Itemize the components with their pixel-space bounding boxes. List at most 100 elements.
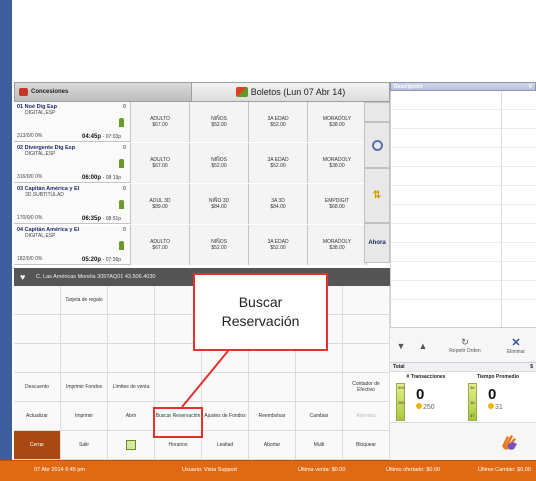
grid-blank-button[interactable] — [296, 373, 343, 402]
tab-tickets[interactable]: Boletos (Lun 07 Abr 14) — [192, 82, 390, 102]
grid-blank-button[interactable] — [108, 286, 155, 315]
repeat-icon: ↻ — [461, 337, 469, 347]
close-button[interactable]: Cerrar — [14, 431, 61, 460]
order-list[interactable] — [390, 91, 536, 327]
scroll-button[interactable]: ⇅ — [364, 168, 390, 223]
change-button[interactable]: Cambiar — [296, 402, 343, 431]
grid-blank-button[interactable] — [343, 286, 390, 315]
grid-blank-button[interactable] — [343, 315, 390, 344]
grid-blank-button[interactable] — [249, 373, 296, 402]
price-button[interactable]: ADULTO $67.00 — [131, 143, 190, 183]
notes-button[interactable] — [108, 431, 155, 460]
callout-line-1: Buscar — [238, 294, 283, 310]
price-button[interactable]: EMPDIGIT $68.00 — [308, 184, 367, 224]
grid-blank-button[interactable] — [108, 315, 155, 344]
scroll-up-button[interactable]: ▲ — [412, 328, 434, 363]
refresh-button[interactable] — [364, 122, 390, 168]
grid-blank-button[interactable] — [14, 344, 61, 373]
stats-panel: # Transacciones 500 250 0 250 Tiempo Pro… — [390, 371, 536, 422]
chevron-down-icon: ▼ — [396, 340, 406, 351]
price-value: $67.00 — [152, 122, 168, 128]
movie-seats: 170/0/0 0% — [17, 215, 43, 221]
gauge-max: 36 — [470, 385, 475, 390]
abort-button[interactable]: Abortar — [249, 431, 296, 460]
transactions-label: # Transacciones — [406, 374, 446, 380]
exit-button[interactable]: Salir — [61, 431, 108, 460]
grid-blank-button[interactable] — [61, 315, 108, 344]
chevron-up-icon: ▲ — [418, 340, 428, 351]
price-button[interactable]: NIÑOS $52.00 — [190, 143, 249, 183]
callout-line-2: Reservación — [221, 313, 300, 329]
movie-start-time: 05:20p — [82, 257, 102, 263]
price-button[interactable]: ADULTO $67.00 — [131, 102, 190, 142]
close-label: Cerrar — [29, 442, 45, 448]
movie-format: DIGITAL,ESP — [25, 151, 56, 157]
grid-blank-button[interactable] — [155, 373, 202, 402]
movie-info[interactable]: 02 Divergente Dig Esp 0 DIGITAL,ESP 316/… — [14, 143, 131, 183]
price-button[interactable]: 3A EDAD $52.00 — [249, 225, 308, 265]
open-button[interactable]: Abrir — [108, 402, 155, 431]
grid-blank-button[interactable] — [202, 373, 249, 402]
movie-end-time: - 07:36p — [102, 257, 122, 263]
price-button[interactable]: ADUL 3D $89.00 — [131, 184, 190, 224]
lock-button[interactable]: Bloquear — [343, 431, 390, 460]
movie-row: 03 Capitán América y El 0 3D,SUBTITULAD … — [14, 184, 367, 224]
person-icon — [119, 200, 124, 209]
price-button[interactable]: NIÑOS $52.00 — [190, 102, 249, 142]
now-button[interactable]: Ahora — [364, 223, 390, 263]
price-button[interactable]: 3A EDAD $52.00 — [249, 102, 308, 142]
price-button[interactable]: MORADOLY $38.00 — [308, 225, 367, 265]
multi-button[interactable]: Multi — [296, 431, 343, 460]
price-button[interactable]: NIÑO 3D $84.00 — [190, 184, 249, 224]
fund-adjustments-button[interactable]: Ajustes de Fondos — [202, 402, 249, 431]
movie-count: 0 — [122, 186, 126, 192]
tab-concessions[interactable]: Concesiones — [14, 82, 192, 102]
price-value: $52.00 — [211, 163, 227, 169]
person-icon — [119, 241, 124, 250]
grid-blank-button[interactable] — [14, 286, 61, 315]
refund-button[interactable]: Reembolsar — [249, 402, 296, 431]
price-button[interactable]: 3A EDAD $52.00 — [249, 143, 308, 183]
scroll-down-button[interactable]: ▼ — [390, 328, 412, 363]
target-dot-icon — [416, 403, 422, 409]
gift-card-button[interactable]: Tarjeta de regalo — [61, 286, 108, 315]
price-value: $52.00 — [211, 245, 227, 251]
movie-info[interactable]: 04 Capitán América y El 0 DIGITAL,ESP 18… — [14, 225, 131, 265]
movie-count: 0 — [122, 227, 126, 233]
price-button[interactable]: 3A 3D $84.00 — [249, 184, 308, 224]
print-button[interactable]: Imprimir — [61, 402, 108, 431]
price-button[interactable]: NIÑOS $52.00 — [190, 225, 249, 265]
seats-button[interactable]: Asientos — [343, 402, 390, 431]
side-blank-button[interactable] — [364, 102, 390, 122]
movie-seats: 316/0/0 0% — [17, 174, 43, 180]
price-button[interactable]: ADULTO $67.00 — [131, 225, 190, 265]
movie-info[interactable]: 01 Noé Dig Esp 0 DIGITAL,ESP 313/0/0 0% … — [14, 102, 131, 142]
movie-info[interactable]: 03 Capitán América y El 0 3D,SUBTITULAD … — [14, 184, 131, 224]
discount-button[interactable]: Descuento — [14, 373, 61, 402]
delete-icon: ✕ — [511, 337, 521, 349]
grid-blank-button[interactable] — [14, 315, 61, 344]
price-button[interactable]: MORADOLY $38.00 — [308, 102, 367, 142]
repeat-order-button[interactable]: ↻ Repetir Orden — [434, 328, 496, 363]
delete-label: Eliminar — [506, 349, 526, 355]
gauge-max: 500 — [398, 385, 405, 390]
movie-count: 0 — [122, 104, 126, 110]
avg-time-target-value: 31 — [495, 404, 503, 411]
movie-seats: 313/0/0 0% — [17, 133, 43, 139]
grid-blank-button[interactable] — [61, 344, 108, 373]
cash-counter-button[interactable]: Contador de Efectivo — [343, 373, 390, 402]
price-button[interactable]: MORADOLY $38.00 — [308, 143, 367, 183]
now-label: Ahora — [368, 240, 386, 246]
sale-limits-button[interactable]: Límites de venta — [108, 373, 155, 402]
grid-blank-button[interactable] — [108, 344, 155, 373]
loyalty-button[interactable]: Lealtad — [202, 431, 249, 460]
refresh-button[interactable]: Actualizar — [14, 402, 61, 431]
multi-label: Multi — [313, 442, 325, 448]
grid-blank-button[interactable] — [343, 344, 390, 373]
total-bar: Total $ — [390, 362, 536, 371]
delete-button[interactable]: ✕ Eliminar — [496, 328, 536, 363]
callout-box: Buscar Reservación — [193, 273, 328, 351]
transactions-target-value: 250 — [423, 404, 435, 411]
print-funds-button[interactable]: Imprimir Fondos — [61, 373, 108, 402]
waving-hand-area[interactable] — [390, 422, 536, 460]
